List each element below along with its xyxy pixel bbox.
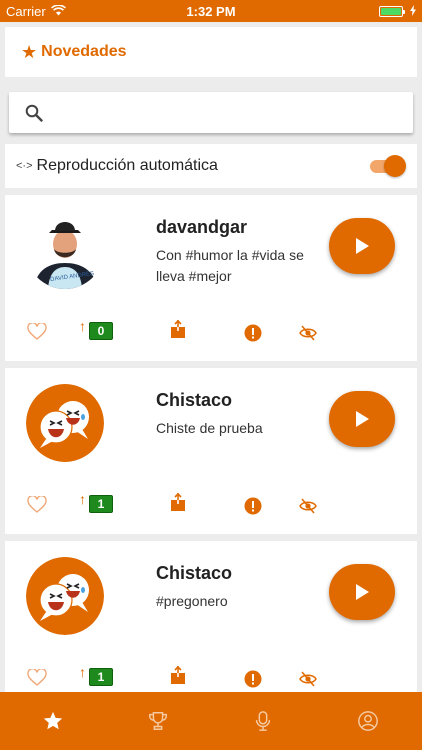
like-button[interactable] bbox=[27, 321, 47, 345]
tab-profile[interactable] bbox=[315, 692, 420, 750]
microphone-icon bbox=[255, 711, 270, 731]
autoplay-toggle[interactable] bbox=[370, 155, 406, 177]
play-icon bbox=[356, 238, 369, 254]
tab-bar bbox=[0, 692, 422, 750]
avatar[interactable] bbox=[26, 384, 104, 462]
autoplay-icon: <·> bbox=[16, 160, 33, 172]
post-text: Con #humor la #vida se lleva #mejor bbox=[156, 247, 304, 284]
share-button[interactable] bbox=[170, 319, 186, 343]
hide-button[interactable] bbox=[299, 498, 317, 519]
page-header: ★ Novedades bbox=[5, 27, 417, 77]
page-title: Novedades bbox=[41, 43, 127, 60]
play-icon bbox=[356, 411, 369, 427]
autoplay-label: Reproducción automática bbox=[36, 157, 218, 174]
post-username[interactable]: davandgar bbox=[156, 217, 247, 238]
avatar[interactable]: DAVID ANDRÉS bbox=[26, 211, 104, 289]
post-card: Chistaco #pregonero ↑ 1 bbox=[5, 541, 417, 707]
share-button[interactable] bbox=[170, 665, 186, 689]
autoplay-row: <·> Reproducción automática bbox=[5, 144, 417, 188]
heart-icon bbox=[27, 321, 47, 340]
eye-off-icon bbox=[299, 498, 317, 514]
like-button[interactable] bbox=[27, 667, 47, 691]
upvote-arrow-icon: ↑ bbox=[79, 664, 86, 680]
upvote-count: 1 bbox=[89, 668, 113, 686]
play-button[interactable] bbox=[329, 564, 395, 620]
upvote-arrow-icon: ↑ bbox=[79, 318, 86, 334]
report-button[interactable] bbox=[244, 497, 262, 520]
post-actions: ↑ 1 bbox=[5, 491, 417, 523]
hide-button[interactable] bbox=[299, 325, 317, 346]
upvote-arrow-icon: ↑ bbox=[79, 491, 86, 507]
share-icon bbox=[171, 665, 185, 684]
tab-ranking[interactable] bbox=[105, 692, 210, 750]
alert-icon bbox=[244, 670, 262, 688]
trophy-icon bbox=[148, 712, 167, 730]
post-card: DAVID ANDRÉS davandgar Con #humor la #vi… bbox=[5, 195, 417, 361]
profile-icon bbox=[357, 711, 378, 731]
upvote-button[interactable]: ↑ 0 bbox=[79, 318, 113, 340]
star-icon bbox=[43, 711, 62, 730]
search-icon bbox=[25, 104, 43, 122]
post-actions: ↑ 0 bbox=[5, 318, 417, 350]
heart-icon bbox=[27, 667, 47, 686]
hide-button[interactable] bbox=[299, 671, 317, 692]
report-button[interactable] bbox=[244, 324, 262, 347]
play-button[interactable] bbox=[329, 391, 395, 447]
post-card: Chistaco Chiste de prueba ↑ 1 bbox=[5, 368, 417, 534]
star-icon: ★ bbox=[21, 41, 38, 62]
eye-off-icon bbox=[299, 325, 317, 341]
share-button[interactable] bbox=[170, 492, 186, 516]
post-username[interactable]: Chistaco bbox=[156, 563, 232, 584]
play-button[interactable] bbox=[329, 218, 395, 274]
eye-off-icon bbox=[299, 671, 317, 687]
charging-icon bbox=[410, 4, 416, 19]
alert-icon bbox=[244, 497, 262, 515]
upvote-button[interactable]: ↑ 1 bbox=[79, 664, 113, 686]
upvote-button[interactable]: ↑ 1 bbox=[79, 491, 113, 513]
play-icon bbox=[356, 584, 369, 600]
report-button[interactable] bbox=[244, 670, 262, 693]
upvote-count: 1 bbox=[89, 495, 113, 513]
battery-icon bbox=[379, 6, 405, 17]
upvote-count: 0 bbox=[89, 322, 113, 340]
like-button[interactable] bbox=[27, 494, 47, 518]
post-text: #pregonero bbox=[156, 593, 228, 609]
share-icon bbox=[171, 492, 185, 511]
tab-novedades[interactable] bbox=[0, 692, 105, 750]
avatar[interactable] bbox=[26, 557, 104, 635]
status-bar: Carrier 1:32 PM bbox=[0, 0, 422, 22]
post-text: Chiste de prueba bbox=[156, 420, 263, 436]
search-input[interactable] bbox=[53, 98, 403, 127]
heart-icon bbox=[27, 494, 47, 513]
search-bar[interactable] bbox=[9, 92, 413, 133]
tab-record[interactable] bbox=[210, 692, 315, 750]
alert-icon bbox=[244, 324, 262, 342]
clock: 1:32 PM bbox=[186, 4, 236, 19]
share-icon bbox=[171, 319, 185, 338]
post-username[interactable]: Chistaco bbox=[156, 390, 232, 411]
